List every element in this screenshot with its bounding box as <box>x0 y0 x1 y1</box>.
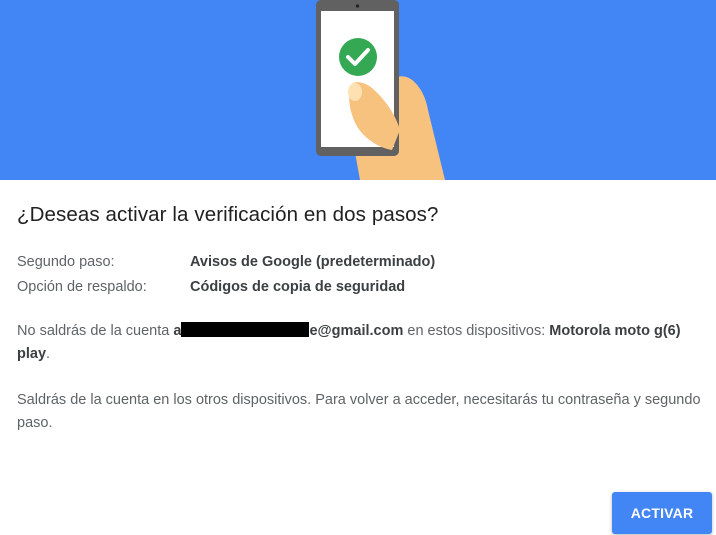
devices-intro: en estos dispositivos: <box>403 323 550 339</box>
dialog-title: ¿Deseas activar la verificación en dos p… <box>17 203 439 226</box>
backup-option-value: Códigos de copia de seguridad <box>190 279 406 295</box>
stay-signed-in-text: No saldrás de la cuenta a e@gmail.com en … <box>17 320 701 366</box>
redacted-email <box>181 322 310 337</box>
second-step-label: Segundo paso: <box>17 254 115 270</box>
stay-signed-in-prefix: No saldrás de la cuenta <box>17 323 174 339</box>
backup-option-label: Opción de respaldo: <box>17 279 147 295</box>
hero-banner <box>0 0 716 180</box>
stay-signed-in-period: . <box>46 346 51 362</box>
phone-illustration <box>316 0 445 180</box>
signed-out-text: Saldrás de la cuenta en los otros dispos… <box>17 392 701 431</box>
second-step-value: Avisos de Google (predeterminado) <box>190 254 436 270</box>
email-end: e@gmail.com <box>309 323 404 339</box>
activate-button[interactable]: ACTIVAR <box>612 492 712 534</box>
check-circle-icon <box>339 38 377 76</box>
email-start: a <box>173 323 182 339</box>
